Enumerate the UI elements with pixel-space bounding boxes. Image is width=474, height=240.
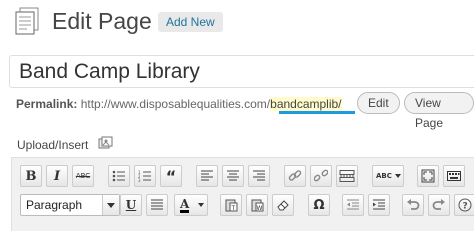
editor-toolbar: B I ABC 123 “ ABC Paragraph U A T W Ω ? <box>11 157 474 231</box>
format-select[interactable]: Paragraph <box>20 194 120 216</box>
eraser-icon <box>277 200 289 211</box>
insert-more-button[interactable] <box>336 165 358 187</box>
upload-insert-label: Upload/Insert <box>17 138 89 152</box>
chevron-down-icon <box>395 174 401 178</box>
underline-button[interactable]: U <box>120 194 142 216</box>
indent-button[interactable] <box>368 194 390 216</box>
redo-button[interactable] <box>428 194 450 216</box>
align-center-button[interactable] <box>222 165 244 187</box>
svg-text:T: T <box>231 205 236 212</box>
text-color-glyph: A <box>180 196 190 213</box>
text-color-button[interactable]: A <box>174 194 208 216</box>
page-title: Edit Page <box>52 8 152 34</box>
svg-text:W: W <box>257 205 263 212</box>
help-icon: ? <box>458 198 472 212</box>
paste-text-icon: T <box>225 199 238 212</box>
clear-formatting-button[interactable] <box>272 194 294 216</box>
outdent-button[interactable] <box>342 194 364 216</box>
slug-highlight-underline <box>279 111 355 114</box>
align-left-icon <box>201 170 213 181</box>
format-select-value: Paragraph <box>26 198 83 212</box>
paste-word-icon: W <box>251 199 264 212</box>
blockquote-button[interactable]: “ <box>160 165 182 187</box>
chevron-down-icon <box>102 195 119 215</box>
spellcheck-button[interactable]: ABC <box>372 165 404 187</box>
svg-text:3: 3 <box>138 178 141 182</box>
permalink-base-url: http://www.disposablequalities.com/ <box>80 97 271 111</box>
align-left-button[interactable] <box>196 165 218 187</box>
view-page-button[interactable]: View Page <box>404 92 474 130</box>
more-tag-icon <box>339 170 355 182</box>
align-right-button[interactable] <box>248 165 270 187</box>
add-media-icon[interactable] <box>98 136 114 152</box>
numbered-list-button[interactable]: 123 <box>134 165 156 187</box>
undo-icon <box>407 199 420 210</box>
unlink-button[interactable] <box>310 165 332 187</box>
unlink-icon <box>314 169 328 182</box>
indent-icon <box>373 199 385 210</box>
numbered-list-icon: 123 <box>138 170 151 182</box>
svg-text:?: ? <box>463 202 468 212</box>
outdent-icon <box>347 199 359 210</box>
permalink-label: Permalink: <box>16 97 78 111</box>
align-center-icon <box>227 170 239 181</box>
kitchen-sink-button[interactable] <box>443 165 465 187</box>
insert-link-button[interactable] <box>284 165 306 187</box>
edit-permalink-button[interactable]: Edit <box>357 92 400 114</box>
undo-button[interactable] <box>402 194 424 216</box>
redo-icon <box>432 199 445 210</box>
add-new-button[interactable]: Add New <box>158 12 223 32</box>
link-icon <box>288 170 302 181</box>
bulleted-list-button[interactable] <box>108 165 130 187</box>
permalink-slug[interactable]: bandcamplib/ <box>270 97 342 111</box>
pages-icon <box>15 7 39 35</box>
special-character-button[interactable]: Ω <box>308 194 330 216</box>
fullscreen-icon <box>421 169 435 183</box>
justify-icon <box>151 199 163 210</box>
keyboard-icon <box>447 171 461 181</box>
bold-button[interactable]: B <box>20 165 42 187</box>
spellcheck-label: ABC <box>376 172 392 180</box>
strikethrough-button[interactable]: ABC <box>72 165 94 187</box>
help-button[interactable]: ? <box>454 194 474 216</box>
paste-from-word-button[interactable]: W <box>246 194 268 216</box>
bulleted-list-icon <box>112 170 125 182</box>
align-right-icon <box>253 170 265 181</box>
italic-button[interactable]: I <box>46 165 68 187</box>
post-title-input[interactable]: Band Camp Library <box>9 55 474 88</box>
justify-button[interactable] <box>146 194 168 216</box>
paste-as-text-button[interactable]: T <box>220 194 242 216</box>
chevron-down-icon <box>198 203 204 207</box>
fullscreen-button[interactable] <box>417 165 439 187</box>
